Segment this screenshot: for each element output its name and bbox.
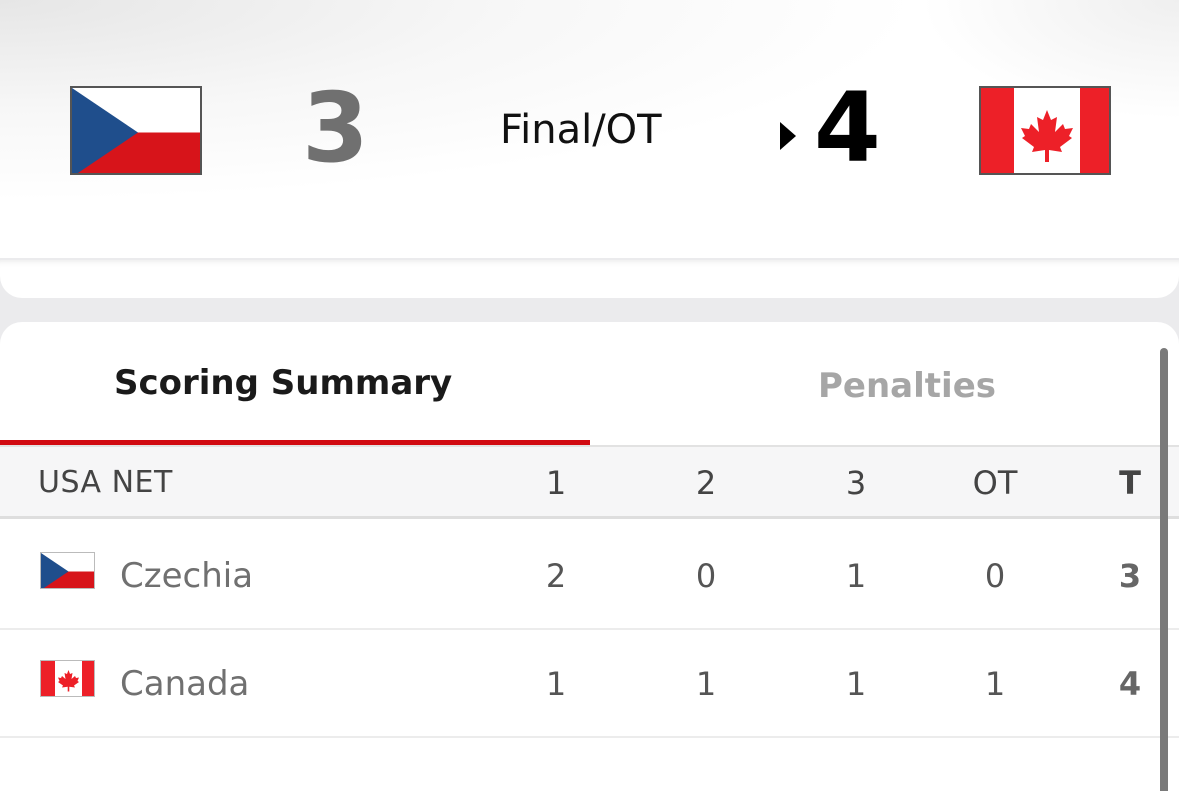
column-period-1: 1	[545, 464, 567, 502]
overtime-goals: 0	[984, 557, 1006, 595]
period-3-goals: 1	[845, 665, 867, 703]
total-goals: 3	[1118, 557, 1142, 595]
column-overtime: OT	[972, 464, 1018, 502]
column-period-2: 2	[695, 464, 717, 502]
scrollbar[interactable]	[1160, 348, 1168, 791]
team-name: Czechia	[120, 556, 254, 596]
table-row: Canada 1 1 1 1 4	[0, 630, 1179, 738]
period-2-goals: 0	[695, 557, 717, 595]
home-score: 4	[814, 72, 881, 184]
period-1-goals: 2	[545, 557, 567, 595]
tab-scoring-summary[interactable]: Scoring Summary	[114, 362, 452, 404]
period-3-goals: 1	[845, 557, 867, 595]
tab-penalties[interactable]: Penalties	[818, 365, 996, 407]
team-name: Canada	[120, 664, 250, 704]
period-1-goals: 1	[545, 665, 567, 703]
overtime-goals: 1	[984, 665, 1006, 703]
column-total: T	[1119, 464, 1141, 502]
table-row: Czechia 2 0 1 0 3	[0, 522, 1179, 630]
linescore-header: USA NET 1 2 3 OT T	[0, 447, 1179, 519]
collapsed-card	[0, 260, 1179, 298]
total-goals: 4	[1118, 665, 1142, 703]
czech-flag-icon	[70, 86, 202, 175]
period-2-goals: 1	[695, 665, 717, 703]
column-period-3: 3	[845, 464, 867, 502]
game-details-card: Scoring Summary Penalties USA NET 1 2 3 …	[0, 322, 1179, 791]
winner-arrow-icon	[780, 122, 796, 150]
scoreboard-header: 3 Final/OT 4	[0, 0, 1179, 258]
canada-flag-icon	[979, 86, 1111, 175]
game-status: Final/OT	[500, 107, 662, 153]
canada-flag-icon	[40, 660, 95, 697]
czech-flag-icon	[40, 552, 95, 589]
broadcast-network: USA NET	[38, 465, 173, 500]
away-score: 3	[302, 72, 369, 184]
